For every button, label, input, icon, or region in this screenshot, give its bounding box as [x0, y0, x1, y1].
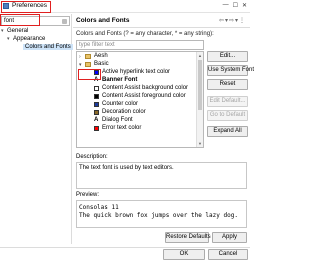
- footer-divider: [0, 247, 250, 248]
- preview-label: Preview:: [76, 192, 100, 198]
- collapse-caret-icon[interactable]: ▾: [79, 62, 82, 68]
- list-item[interactable]: › Aesh: [77, 53, 197, 61]
- maximize-icon[interactable]: ☐: [233, 2, 238, 9]
- list-filter-placeholder: type filter text: [79, 42, 115, 48]
- color-swatch-icon: [94, 126, 99, 131]
- page-subtitle: Colors and Fonts (? = any character, * =…: [76, 31, 214, 37]
- description-text: The text font is used by text editors.: [79, 165, 174, 171]
- preview-sample-text: The quick brown fox jumps over the lazy …: [79, 212, 238, 219]
- highlight-basic: [78, 69, 101, 80]
- use-system-font-button[interactable]: Use System Font: [207, 65, 254, 76]
- folder-icon: [85, 54, 91, 59]
- reset-button[interactable]: Reset: [207, 79, 248, 90]
- color-swatch-icon: [94, 94, 99, 99]
- description-label: Description:: [76, 154, 108, 160]
- preview-box: Consolas 11 The quick brown fox jumps ov…: [76, 200, 247, 228]
- list-item[interactable]: Error text color: [77, 125, 197, 133]
- apply-button[interactable]: Apply: [212, 232, 247, 243]
- description-box: The text font is used by text editors.: [76, 162, 247, 189]
- font-icon: A: [94, 117, 99, 123]
- color-swatch-icon: [94, 110, 99, 115]
- highlight-title: [1, 1, 51, 13]
- go-to-default-button[interactable]: Go to Default: [207, 110, 248, 121]
- expand-caret-icon[interactable]: ›: [79, 54, 81, 60]
- close-icon[interactable]: ✕: [242, 2, 247, 9]
- tree-item-colors-and-fonts[interactable]: Colors and Fonts: [23, 44, 73, 50]
- page-title: Colors and Fonts: [76, 17, 130, 24]
- menu-icon[interactable]: ⋮: [239, 18, 246, 24]
- tree-item-label: Colors and Fonts: [25, 44, 71, 50]
- folder-icon: [85, 62, 91, 67]
- tree-item-appearance[interactable]: ▾ Appearance: [7, 36, 45, 42]
- minimize-icon[interactable]: —: [223, 2, 229, 9]
- list-scrollbar[interactable]: ▲ ▼: [196, 52, 203, 147]
- list-item[interactable]: Decoration color: [77, 109, 197, 117]
- preview-font-name: Consolas 11: [79, 204, 119, 211]
- list-item[interactable]: Content Assist background color: [77, 85, 197, 93]
- tree-item-general[interactable]: ▾ General: [1, 28, 28, 34]
- window-controls: — ☐ ✕: [223, 2, 247, 9]
- preferences-sidebar: font ▾ General ▾ Appearance Colors and Fon…: [0, 14, 73, 244]
- tree-item-label: Appearance: [13, 36, 46, 42]
- highlight-filter: [0, 14, 40, 26]
- scroll-up-icon[interactable]: ▲: [198, 53, 202, 58]
- list-item[interactable]: Content Assist foreground color: [77, 93, 197, 101]
- list-item[interactable]: ▾ Basic: [77, 61, 197, 69]
- colors-fonts-tree[interactable]: › Aesh ▾ Basic Active hyperlink text col…: [76, 51, 204, 148]
- edit-default-button[interactable]: Edit Default...: [207, 96, 248, 107]
- colors-and-fonts-page: Colors and Fonts ⇦▾⇨▾⋮ Colors and Fonts …: [73, 14, 254, 244]
- color-swatch-icon: [94, 86, 99, 91]
- header-divider: [73, 27, 250, 28]
- expand-all-button[interactable]: Expand All: [207, 126, 248, 137]
- scroll-thumb[interactable]: [198, 60, 202, 110]
- list-filter-input[interactable]: type filter text: [76, 40, 204, 50]
- tree-item-label: General: [7, 28, 29, 34]
- page-nav: ⇦▾⇨▾⋮: [219, 17, 246, 24]
- restore-defaults-button[interactable]: Restore Defaults: [165, 232, 211, 243]
- list-item[interactable]: A Dialog Font: [77, 117, 197, 125]
- list-item[interactable]: Counter color: [77, 101, 197, 109]
- scroll-down-icon[interactable]: ▼: [198, 141, 202, 146]
- cancel-button[interactable]: Cancel: [208, 249, 248, 260]
- edit-button[interactable]: Edit...: [207, 51, 248, 62]
- color-swatch-icon: [94, 102, 99, 107]
- ok-button[interactable]: OK: [163, 249, 205, 260]
- clear-filter-icon[interactable]: [62, 19, 67, 24]
